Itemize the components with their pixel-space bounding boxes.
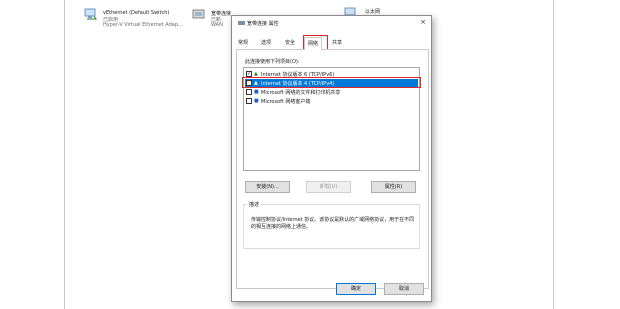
ok-button[interactable]: 确定	[336, 283, 376, 295]
tab-sharing[interactable]: 共享	[332, 39, 342, 46]
cancel-button[interactable]: 取消	[384, 283, 424, 295]
connection-device: Hyper-V Virtual Ethernet Adap...	[103, 22, 183, 28]
dialog-title: 宽带连接 属性	[247, 21, 279, 27]
connection-name: 以太网	[365, 9, 381, 15]
tab-options[interactable]: 选项	[261, 39, 271, 46]
list-item[interactable]: ■ Microsoft 网络的文件和打印机共享	[245, 88, 418, 96]
item-checkbox[interactable]	[246, 89, 252, 95]
close-button[interactable]: ×	[420, 18, 426, 26]
item-label: Microsoft 网络的文件和打印机共享	[261, 90, 341, 96]
description-text: 传输控制协议/Internet 协议。该协议是默认的广域网络协议，用于在不同的相…	[251, 217, 415, 230]
network-client-icon: ■	[254, 98, 259, 104]
file-share-icon: ■	[254, 89, 259, 95]
items-label: 此连接使用下列项目(O):	[245, 59, 300, 65]
item-checkbox[interactable]	[246, 98, 252, 104]
description-title: 描述	[247, 201, 262, 208]
install-button[interactable]: 安装(N)...	[245, 181, 290, 193]
list-item[interactable]: ■ Microsoft 网络客户端	[245, 97, 418, 105]
tab-strip: 常规 选项 安全 网络 共享	[236, 37, 429, 50]
network-adapter-icon	[84, 8, 97, 20]
connection-device: WAN	[211, 22, 223, 28]
tab-general[interactable]: 常规	[238, 39, 248, 46]
highlight-box-item	[242, 77, 421, 88]
properties-dialog: 宽带连接 属性 × 常规 选项 安全 网络 共享 此连接使用下列项目(O): ✓…	[231, 15, 432, 302]
tab-networking[interactable]: 网络	[304, 37, 323, 50]
uninstall-button[interactable]: 卸载(U)	[306, 181, 351, 193]
broadband-icon	[192, 9, 205, 19]
tab-security[interactable]: 安全	[285, 39, 295, 46]
properties-button[interactable]: 属性(R)	[371, 181, 416, 193]
item-label: Microsoft 网络客户端	[261, 99, 311, 105]
dialog-titlebar[interactable]: 宽带连接 属性 ×	[232, 16, 431, 30]
connection-icon	[238, 21, 245, 25]
